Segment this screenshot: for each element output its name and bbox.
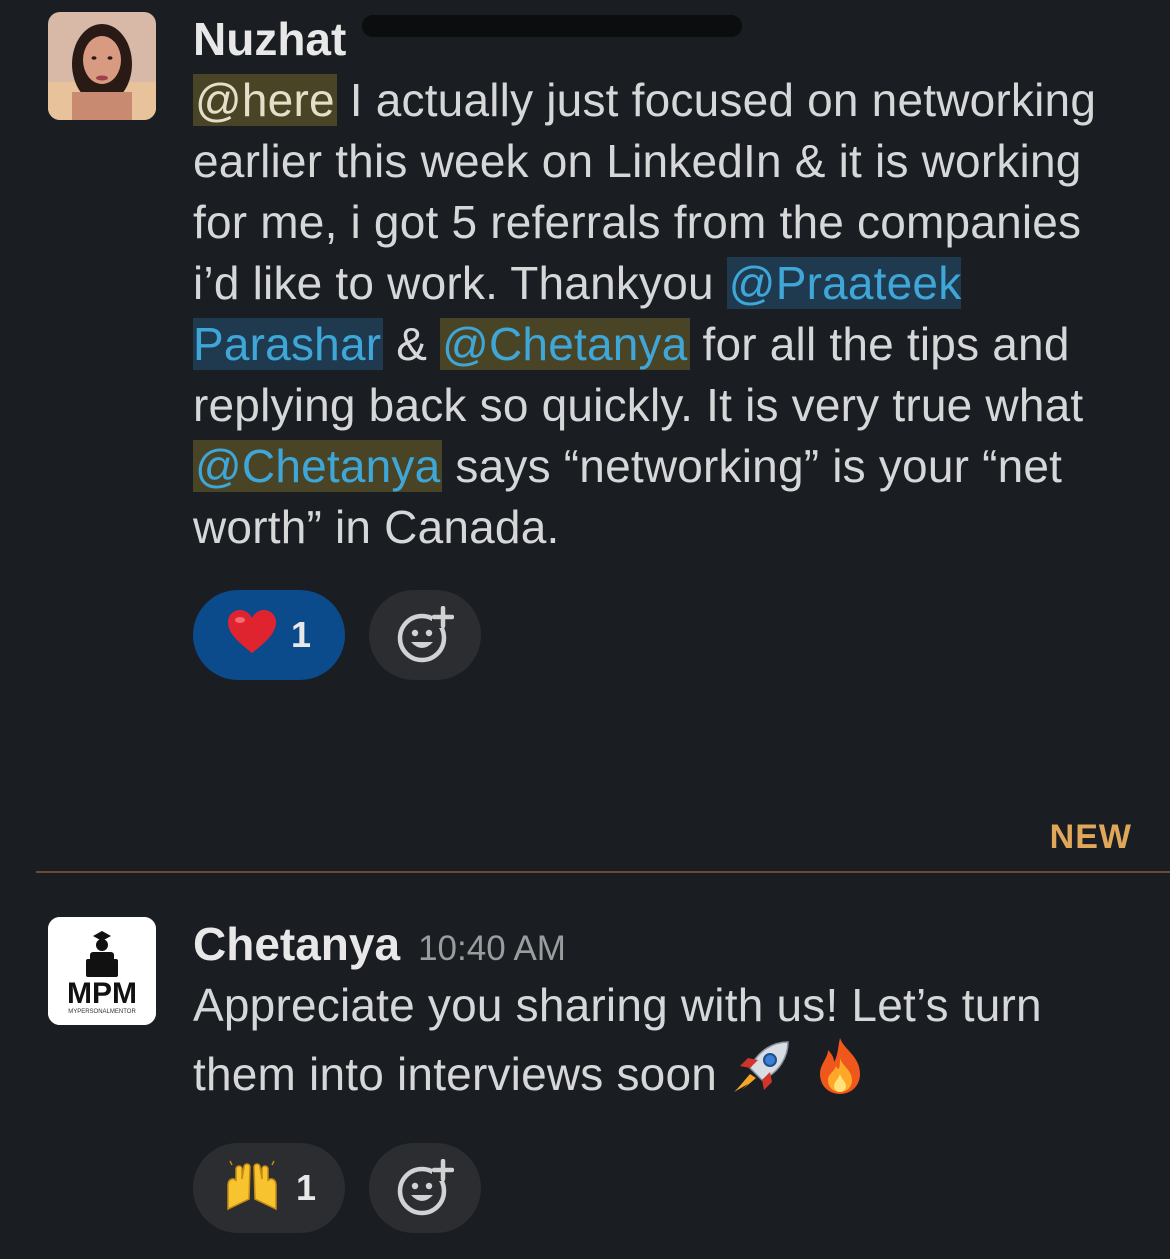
reaction-raised-hands[interactable]: 1 [193,1143,345,1233]
mention-chetanya[interactable]: @Chetanya [440,318,690,370]
new-messages-divider [36,871,1170,873]
svg-text:MPM: MPM [67,977,137,1010]
avatar-chetanya[interactable]: MPM MYPERSONALMENTOR [48,917,156,1025]
message-timestamp[interactable]: 10:40 AM [418,929,566,969]
raised-hands-emoji [222,1159,282,1218]
message-text-part: Appreciate you sharing with us! Let’s tu… [193,979,1042,1100]
add-reaction-icon [397,1159,454,1216]
mention-here[interactable]: @here [193,74,337,126]
reaction-bar: 1 [193,1143,1130,1233]
author-name[interactable]: Nuzhat [193,12,346,66]
svg-text:MYPERSONALMENTOR: MYPERSONALMENTOR [68,1009,136,1015]
reaction-bar: 1 [193,590,1130,680]
mention-chetanya[interactable]: @Chetanya [193,440,443,492]
heart-emoji [227,609,277,662]
message-text: Appreciate you sharing with us! Let’s tu… [193,975,1130,1111]
fire-emoji [814,1036,866,1111]
avatar-nuzhat[interactable] [48,12,156,120]
reaction-count: 1 [290,614,312,655]
message-text-part: & [383,318,441,370]
message-text: @here I actually just focused on network… [193,70,1130,558]
reaction-count: 1 [295,1167,317,1208]
rocket-emoji [730,1038,792,1111]
add-reaction-button[interactable] [369,590,481,680]
redacted-surname [362,15,743,37]
mpm-logo-icon: MPM MYPERSONALMENTOR [48,917,156,1025]
author-name[interactable]: Chetanya [193,917,400,971]
add-reaction-button[interactable] [369,1143,481,1233]
add-reaction-icon [397,606,454,663]
user-photo-avatar-icon [48,12,156,120]
new-messages-label: NEW [1049,818,1132,856]
reaction-heart[interactable]: 1 [193,590,345,680]
